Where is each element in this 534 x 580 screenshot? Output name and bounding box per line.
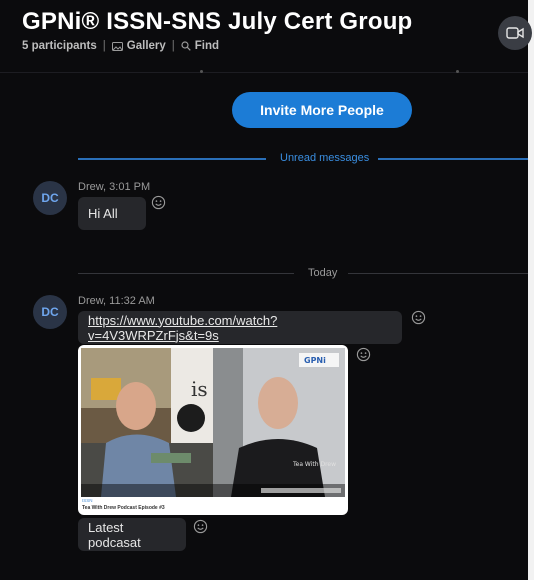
chat-subheader: 5 participants | Gallery | Find: [22, 40, 219, 52]
avatar[interactable]: DC: [33, 295, 67, 329]
search-icon: [181, 41, 191, 51]
message-meta: Drew, 11:32 AM: [78, 295, 155, 307]
gallery-icon: [111, 41, 123, 51]
add-reaction-icon[interactable]: [151, 195, 166, 210]
message-bubble[interactable]: Latest podcasat: [78, 518, 186, 551]
today-divider-left: [78, 273, 294, 274]
separator: |: [171, 40, 175, 52]
preview-site: ISSN: [82, 498, 93, 503]
today-divider-right: [348, 273, 528, 274]
message-text: Hi All: [88, 206, 118, 221]
add-reaction-icon[interactable]: [193, 519, 208, 534]
unread-divider-right: [378, 158, 528, 160]
message-meta: Drew, 3:01 PM: [78, 181, 151, 193]
link-preview-card[interactable]: is GPNi Tea With Drew ISSN Tea With Drew…: [78, 345, 348, 515]
chat-header: GPNi® ISSN-SNS July Cert Group 5 partici…: [0, 0, 532, 72]
divider-dot: [456, 70, 459, 73]
unread-divider-left: [78, 158, 266, 160]
preview-title: Tea With Drew Podcast Episode #3: [82, 505, 165, 511]
message-bubble[interactable]: Hi All: [78, 197, 146, 230]
find-button[interactable]: Find: [181, 40, 219, 52]
invite-more-people-button[interactable]: Invite More People: [232, 92, 412, 128]
svg-text:is: is: [191, 377, 208, 401]
gallery-button[interactable]: Gallery: [111, 40, 166, 52]
add-reaction-icon[interactable]: [411, 310, 426, 325]
unread-messages-label: Unread messages: [280, 152, 370, 164]
divider-dot: [200, 70, 203, 73]
video-camera-icon: [506, 27, 524, 39]
thumbnail-video-text: Tea With Drew: [292, 461, 336, 468]
video-thumbnail[interactable]: is GPNi Tea With Drew: [81, 348, 345, 497]
thumbnail-logo: GPNi: [304, 356, 326, 365]
separator: |: [102, 40, 106, 52]
youtube-link[interactable]: https://www.youtube.com/watch?v=4V3WRPZr…: [88, 313, 392, 343]
video-call-button[interactable]: [498, 16, 532, 50]
message-bubble: https://www.youtube.com/watch?v=4V3WRPZr…: [78, 311, 402, 344]
add-reaction-icon[interactable]: [356, 347, 371, 362]
video-thumbnail-image: is GPNi Tea With Drew: [81, 348, 345, 497]
gallery-label: Gallery: [126, 40, 166, 52]
avatar[interactable]: DC: [33, 181, 67, 215]
chat-title: GPNi® ISSN-SNS July Cert Group: [22, 8, 413, 35]
today-label: Today: [308, 267, 338, 279]
header-divider: [0, 72, 528, 73]
find-label: Find: [194, 40, 220, 52]
message-text: Latest podcasat: [88, 519, 141, 550]
chat-window: GPNi® ISSN-SNS July Cert Group 5 partici…: [0, 0, 534, 580]
participants-link[interactable]: 5 participants: [22, 40, 97, 52]
